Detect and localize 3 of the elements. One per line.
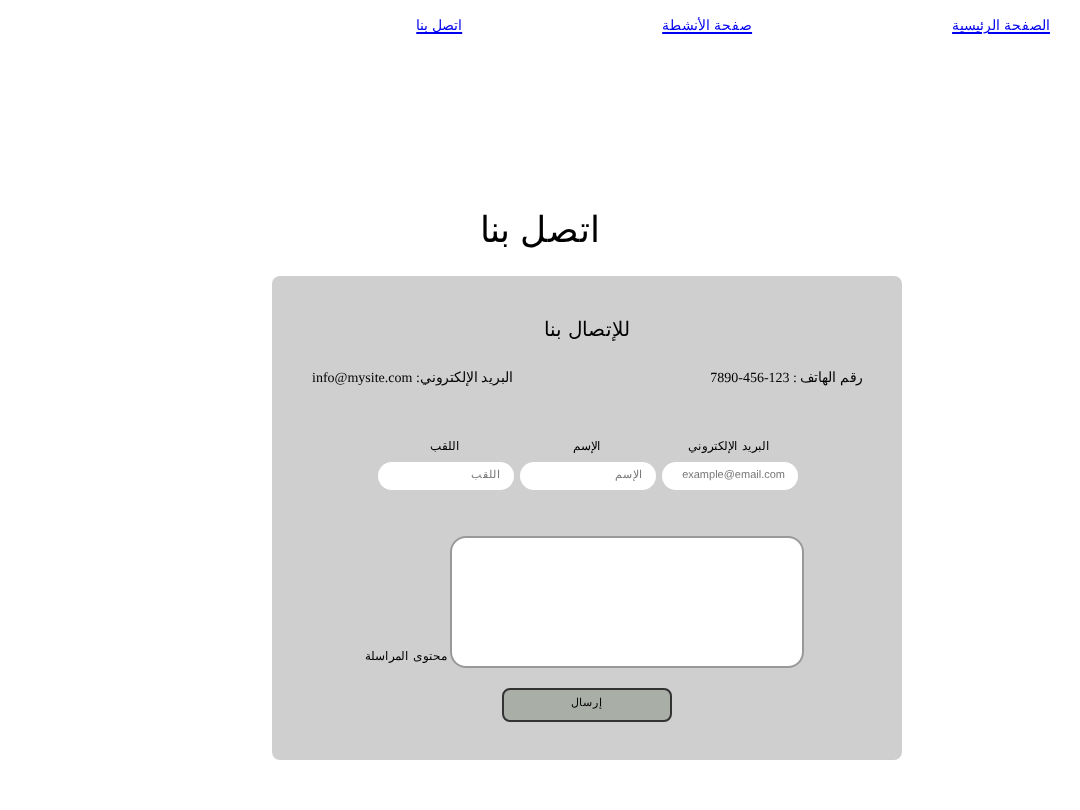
page-title: اتصل بنا bbox=[477, 211, 602, 247]
message-field[interactable] bbox=[450, 536, 805, 668]
card-heading: للإتصال بنا bbox=[544, 317, 630, 345]
